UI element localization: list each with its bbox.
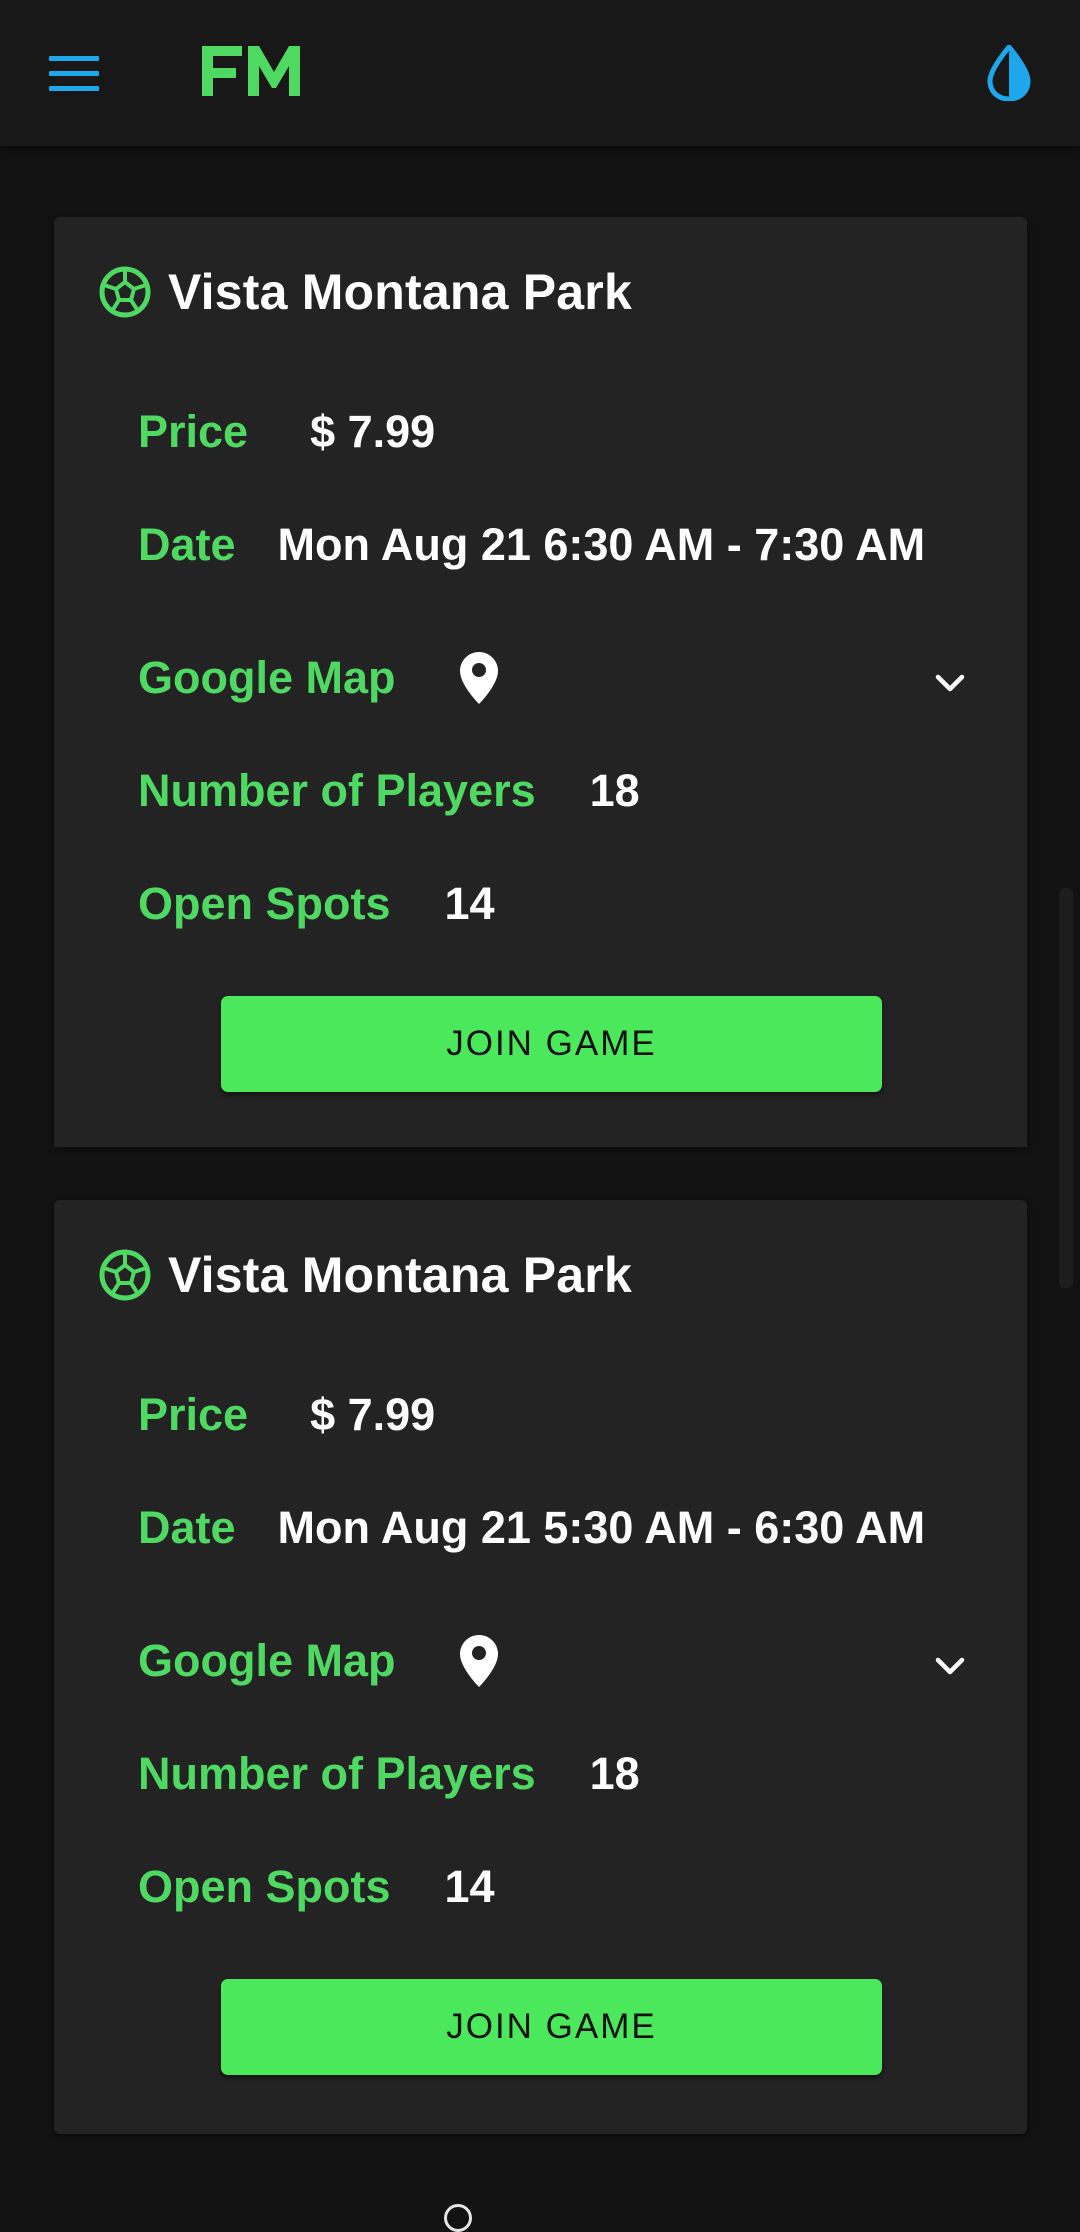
app-bar bbox=[0, 0, 1080, 146]
players-row: Number of Players 18 bbox=[138, 1739, 640, 1809]
hamburger-menu-icon[interactable] bbox=[40, 46, 108, 102]
game-card: Vista Montana Park Price $ 7.99 Date Mon… bbox=[54, 1200, 1027, 2134]
open-spots-row: Open Spots 14 bbox=[138, 1852, 495, 1922]
chevron-down-icon[interactable] bbox=[930, 663, 970, 703]
partial-icon bbox=[444, 2204, 472, 2232]
price-row: Price $ 7.99 bbox=[138, 1380, 435, 1450]
date-row: Date Mon Aug 21 6:30 AM - 7:30 AM bbox=[138, 510, 925, 580]
date-label: Date bbox=[138, 519, 236, 570]
players-value: 18 bbox=[589, 765, 640, 816]
open-spots-label: Open Spots bbox=[138, 1861, 391, 1912]
date-value: Mon Aug 21 6:30 AM - 7:30 AM bbox=[277, 519, 926, 570]
soccer-ball-icon bbox=[99, 1249, 151, 1301]
card-header: Vista Montana Park bbox=[98, 257, 632, 327]
date-row: Date Mon Aug 21 5:30 AM - 6:30 AM bbox=[138, 1493, 925, 1563]
google-map-label: Google Map bbox=[138, 1635, 396, 1686]
open-spots-value: 14 bbox=[444, 878, 495, 929]
map-pin-icon[interactable] bbox=[458, 650, 500, 706]
google-map-row[interactable]: Google Map bbox=[138, 1626, 500, 1696]
chevron-down-icon[interactable] bbox=[930, 1646, 970, 1686]
price-label: Price bbox=[138, 406, 249, 457]
game-card: Vista Montana Park Price $ 7.99 Date Mon… bbox=[54, 217, 1027, 1147]
google-map-row[interactable]: Google Map bbox=[138, 643, 500, 713]
price-value: $ 7.99 bbox=[310, 406, 436, 457]
open-spots-value: 14 bbox=[444, 1861, 495, 1912]
price-row: Price $ 7.99 bbox=[138, 397, 435, 467]
join-game-button[interactable]: JOIN GAME bbox=[221, 996, 882, 1092]
card-title: Vista Montana Park bbox=[168, 1247, 632, 1303]
join-game-button[interactable]: JOIN GAME bbox=[221, 1979, 882, 2075]
google-map-label: Google Map bbox=[138, 652, 396, 703]
fm-logo[interactable] bbox=[196, 36, 306, 108]
date-label: Date bbox=[138, 1502, 236, 1553]
players-value: 18 bbox=[589, 1748, 640, 1799]
open-spots-row: Open Spots 14 bbox=[138, 869, 495, 939]
card-title: Vista Montana Park bbox=[168, 264, 632, 320]
players-row: Number of Players 18 bbox=[138, 756, 640, 826]
open-spots-label: Open Spots bbox=[138, 878, 391, 929]
players-label: Number of Players bbox=[138, 1748, 536, 1799]
water-drop-icon[interactable] bbox=[978, 42, 1040, 104]
soccer-ball-icon bbox=[99, 266, 151, 318]
map-pin-icon[interactable] bbox=[458, 1633, 500, 1689]
card-header: Vista Montana Park bbox=[98, 1240, 632, 1310]
date-value: Mon Aug 21 5:30 AM - 6:30 AM bbox=[277, 1502, 926, 1553]
players-label: Number of Players bbox=[138, 765, 536, 816]
scrollbar[interactable] bbox=[1059, 888, 1073, 1288]
price-label: Price bbox=[138, 1389, 249, 1440]
price-value: $ 7.99 bbox=[310, 1389, 436, 1440]
